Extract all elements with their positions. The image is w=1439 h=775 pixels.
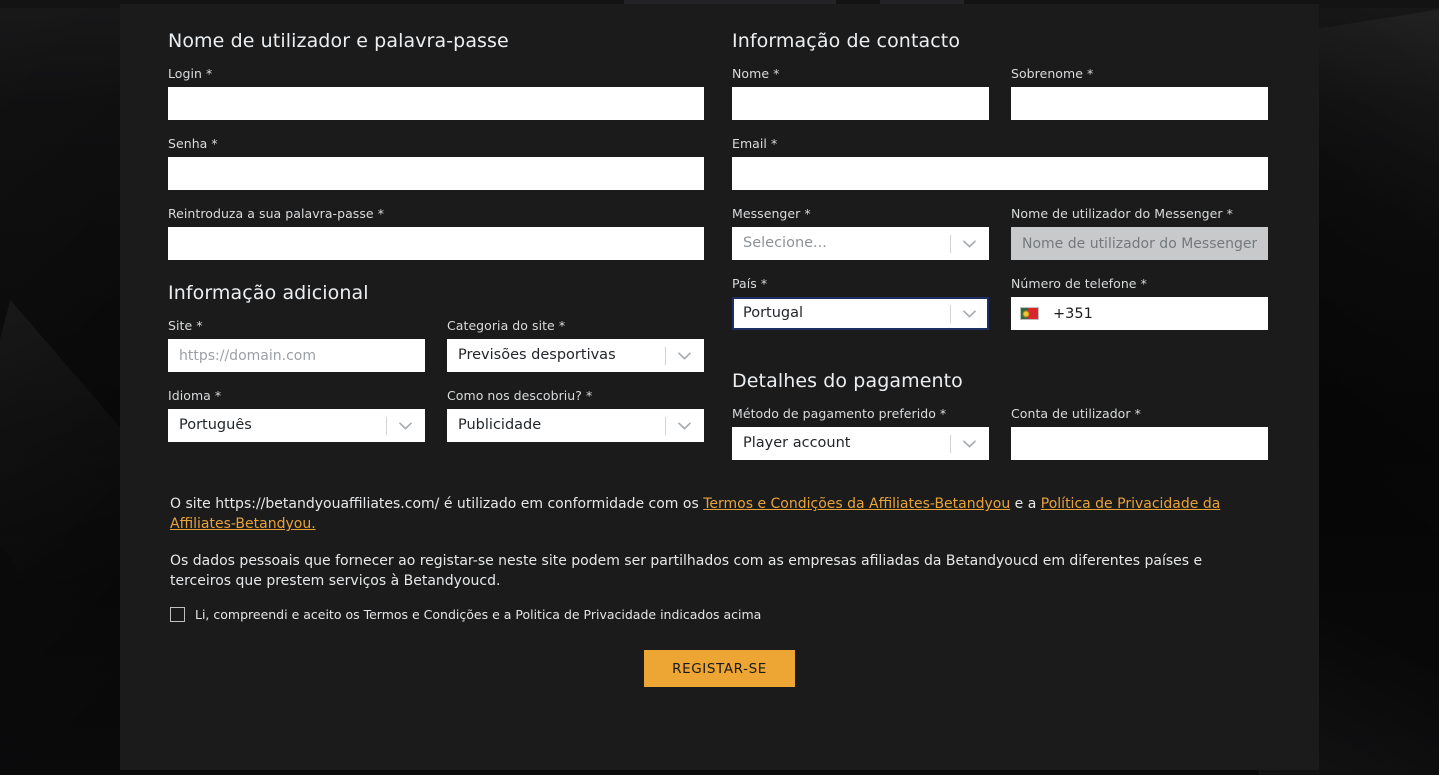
form-column-left: Nome de utilizador e palavra-passe Login…	[168, 30, 704, 476]
payment-method-select[interactable]: Player account	[732, 427, 989, 460]
login-input[interactable]	[168, 87, 704, 120]
first-name-input[interactable]	[732, 87, 989, 120]
field-last-name: Sobrenome *	[1011, 66, 1268, 120]
label-messenger: Messenger *	[732, 206, 811, 221]
section-heading-credentials: Nome de utilizador e palavra-passe	[168, 30, 509, 52]
field-password: Senha *	[168, 136, 704, 190]
label-messenger-username: Nome de utilizador do Messenger *	[1011, 206, 1233, 221]
field-country: País * Portugal	[732, 276, 989, 330]
legal-text-middle: e a	[1010, 496, 1041, 512]
chevron-down-icon	[960, 435, 978, 453]
label-password-repeat: Reintroduza a sua palavra-passe *	[168, 206, 384, 221]
field-phone: Número de telefone * +351	[1011, 276, 1268, 330]
chevron-down-icon	[396, 417, 414, 435]
messenger-username-input[interactable]	[1011, 227, 1268, 260]
registration-form-card: Nome de utilizador e palavra-passe Login…	[120, 4, 1319, 770]
email-input[interactable]	[732, 157, 1268, 190]
chevron-down-icon	[675, 417, 693, 435]
label-site-category: Categoria do site *	[447, 318, 566, 333]
section-heading-payment: Detalhes do pagamento	[732, 370, 963, 392]
site-input[interactable]	[168, 339, 425, 372]
country-value: Portugal	[743, 306, 804, 321]
legal-paragraph-data-sharing: Os dados pessoais que fornecer ao regist…	[170, 552, 1203, 589]
label-first-name: Nome *	[732, 66, 780, 81]
section-heading-additional: Informação adicional	[168, 282, 369, 304]
field-site-category: Categoria do site * Previsões desportiva…	[447, 318, 704, 372]
section-heading-contact: Informação de contacto	[732, 30, 961, 52]
phone-input[interactable]: +351	[1011, 297, 1268, 330]
label-login: Login *	[168, 66, 213, 81]
select-separator	[950, 234, 951, 253]
row-site-category: Site * Categoria do site * Previsões des…	[168, 318, 704, 388]
messenger-select[interactable]: Selecione...	[732, 227, 989, 260]
chevron-down-icon	[960, 305, 978, 323]
legal-text-before: O site https://betandyouaffiliates.com/ …	[170, 496, 704, 512]
field-how-found: Como nos descobriu? * Publicidade	[447, 388, 704, 442]
consent-row[interactable]: Li, compreendi e aceito os Termos e Cond…	[170, 607, 1263, 623]
portugal-flag-icon	[1020, 307, 1039, 320]
label-user-account: Conta de utilizador *	[1011, 406, 1141, 421]
label-phone: Número de telefone *	[1011, 276, 1147, 291]
label-last-name: Sobrenome *	[1011, 66, 1094, 81]
row-messenger: Messenger * Selecione... Nome de utiliza…	[732, 206, 1268, 276]
select-separator	[665, 416, 666, 435]
select-separator	[386, 416, 387, 435]
label-payment-method: Método de pagamento preferido *	[732, 406, 947, 421]
field-user-account: Conta de utilizador *	[1011, 406, 1268, 460]
register-button[interactable]: REGISTAR-SE	[644, 650, 795, 688]
field-first-name: Nome *	[732, 66, 989, 120]
last-name-input[interactable]	[1011, 87, 1268, 120]
row-name: Nome * Sobrenome *	[732, 66, 1268, 136]
label-site: Site *	[168, 318, 203, 333]
select-separator	[950, 304, 951, 323]
site-category-value: Previsões desportivas	[458, 348, 616, 363]
password-input[interactable]	[168, 157, 704, 190]
label-country: País *	[732, 276, 768, 291]
select-separator	[665, 346, 666, 365]
field-payment-method: Método de pagamento preferido * Player a…	[732, 406, 989, 460]
legal-block: O site https://betandyouaffiliates.com/ …	[168, 494, 1263, 623]
language-value: Português	[179, 418, 252, 433]
consent-label: Li, compreendi e aceito os Termos e Cond…	[195, 607, 762, 623]
field-email: Email *	[732, 136, 1268, 190]
field-messenger: Messenger * Selecione...	[732, 206, 989, 260]
field-messenger-username: Nome de utilizador do Messenger *	[1011, 206, 1268, 260]
field-site: Site *	[168, 318, 425, 372]
terms-consent-checkbox[interactable]	[170, 607, 185, 623]
chevron-down-icon	[960, 235, 978, 253]
country-select[interactable]: Portugal	[732, 297, 989, 330]
label-password: Senha *	[168, 136, 218, 151]
field-password-repeat: Reintroduza a sua palavra-passe *	[168, 206, 704, 260]
select-separator	[950, 434, 951, 453]
site-category-select[interactable]: Previsões desportivas	[447, 339, 704, 372]
terms-and-conditions-link[interactable]: Termos e Condições da Affiliates-Betandy…	[703, 496, 1010, 512]
how-found-select[interactable]: Publicidade	[447, 409, 704, 442]
legal-paragraph-terms: O site https://betandyouaffiliates.com/ …	[170, 494, 1263, 535]
row-payment: Método de pagamento preferido * Player a…	[732, 406, 1268, 476]
phone-value: +351	[1053, 305, 1093, 322]
submit-row: REGISTAR-SE	[168, 650, 1271, 688]
row-language-howfound: Idioma * Português Como nos descobriu? *	[168, 388, 704, 458]
how-found-value: Publicidade	[458, 418, 542, 433]
field-language: Idioma * Português	[168, 388, 425, 442]
form-column-right: Informação de contacto Nome * Sobrenome …	[732, 30, 1268, 476]
form-columns: Nome de utilizador e palavra-passe Login…	[168, 30, 1271, 476]
field-login: Login *	[168, 66, 704, 120]
row-country-phone: País * Portugal Número de telefone * +35…	[732, 276, 1268, 346]
label-language: Idioma *	[168, 388, 222, 403]
messenger-value: Selecione...	[743, 236, 827, 251]
payment-method-value: Player account	[743, 436, 851, 451]
label-email: Email *	[732, 136, 778, 151]
chevron-down-icon	[675, 347, 693, 365]
label-how-found: Como nos descobriu? *	[447, 388, 593, 403]
password-repeat-input[interactable]	[168, 227, 704, 260]
user-account-input[interactable]	[1011, 427, 1268, 460]
language-select[interactable]: Português	[168, 409, 425, 442]
